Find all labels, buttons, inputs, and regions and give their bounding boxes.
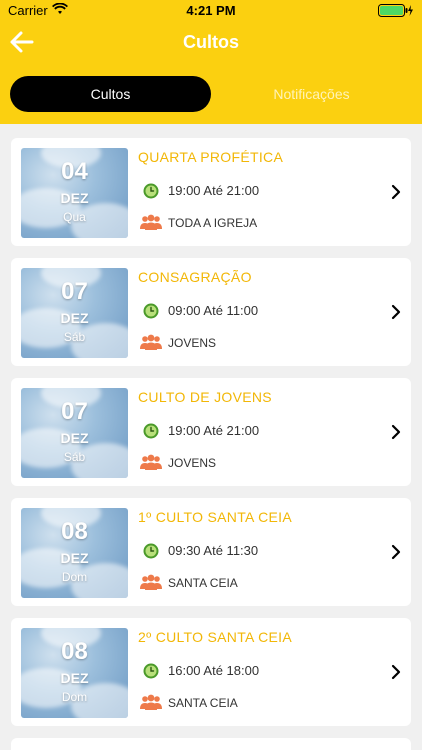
clock-icon <box>143 303 159 319</box>
service-card[interactable]: 08 DEZ Dom 2º CULTO SANTA CEIA 16:00 Até… <box>11 618 411 726</box>
date-weekday: Dom <box>61 570 88 584</box>
clock-icon <box>143 543 159 559</box>
date-weekday: Sáb <box>63 330 86 344</box>
service-audience: TODA A IGREJA <box>168 216 258 230</box>
service-card[interactable]: 07 DEZ Sáb CULTO DE JOVENS 19:00 Até 21:… <box>11 378 411 486</box>
service-card[interactable]: 07 DEZ Sáb CONSAGRAÇÃO 09:00 Até 11:00 J… <box>11 258 411 366</box>
service-title: 1º CULTO SANTA CEIA <box>138 509 292 525</box>
service-time: 09:00 Até 11:00 <box>168 303 259 318</box>
chevron-right-icon[interactable] <box>391 544 401 560</box>
service-time: 19:00 Até 21:00 <box>168 423 260 438</box>
clock-icon <box>143 423 159 439</box>
date-thumbnail: 04 DEZ Qua <box>21 148 128 238</box>
date-weekday: Dom <box>61 690 88 704</box>
date-month: DEZ <box>60 310 89 326</box>
people-icon <box>140 574 162 590</box>
service-time: 16:00 Até 18:00 <box>168 663 260 678</box>
service-card-partial[interactable] <box>11 738 411 750</box>
service-title: 2º CULTO SANTA CEIA <box>138 629 292 645</box>
clock-icon <box>143 663 159 679</box>
date-thumbnail: 08 DEZ Dom <box>21 508 128 598</box>
battery-icon <box>378 4 413 17</box>
service-title: CONSAGRAÇÃO <box>138 269 252 285</box>
date-day: 07 <box>61 398 88 425</box>
service-title: CULTO DE JOVENS <box>138 389 272 405</box>
chevron-right-icon[interactable] <box>391 184 401 200</box>
date-day: 08 <box>61 518 88 545</box>
service-audience: SANTA CEIA <box>168 696 238 710</box>
people-icon <box>140 694 162 710</box>
status-bar: Carrier 4:21 PM <box>0 0 422 22</box>
service-card[interactable]: 04 DEZ Qua QUARTA PROFÉTICA 19:00 Até 21… <box>11 138 411 246</box>
page-title: Cultos <box>183 32 239 52</box>
tab-notificacoes[interactable]: Notificações <box>211 76 412 112</box>
date-thumbnail: 08 DEZ Dom <box>21 628 128 718</box>
service-time: 19:00 Até 21:00 <box>168 183 260 198</box>
date-weekday: Sáb <box>63 450 86 464</box>
people-icon <box>140 454 162 470</box>
nav-bar: Cultos <box>0 26 422 60</box>
date-day: 04 <box>61 158 88 185</box>
tab-cultos[interactable]: Cultos <box>10 76 211 112</box>
segmented-control: Cultos Notificações <box>10 76 412 112</box>
header: Carrier 4:21 PM Cultos Cultos Notificaçõ… <box>0 0 422 124</box>
service-time: 09:30 Até 11:30 <box>168 543 259 558</box>
clock-icon <box>143 183 159 199</box>
date-month: DEZ <box>60 550 89 566</box>
service-audience: JOVENS <box>168 456 217 470</box>
service-card[interactable]: 08 DEZ Dom 1º CULTO SANTA CEIA 09:30 Até… <box>11 498 411 606</box>
service-audience: JOVENS <box>168 336 217 350</box>
date-day: 07 <box>61 278 88 305</box>
chevron-right-icon[interactable] <box>391 664 401 680</box>
status-time: 4:21 PM <box>186 3 236 18</box>
people-icon <box>140 334 162 350</box>
date-month: DEZ <box>60 430 89 446</box>
service-title: QUARTA PROFÉTICA <box>138 149 284 165</box>
chevron-right-icon[interactable] <box>391 304 401 320</box>
chevron-right-icon[interactable] <box>391 424 401 440</box>
people-icon <box>140 214 162 230</box>
date-day: 08 <box>61 638 88 665</box>
date-thumbnail: 07 DEZ Sáb <box>21 388 128 478</box>
date-month: DEZ <box>60 190 89 206</box>
service-audience: SANTA CEIA <box>168 576 238 590</box>
date-thumbnail: 07 DEZ Sáb <box>21 268 128 358</box>
date-weekday: Qua <box>63 210 86 224</box>
date-month: DEZ <box>60 670 89 686</box>
